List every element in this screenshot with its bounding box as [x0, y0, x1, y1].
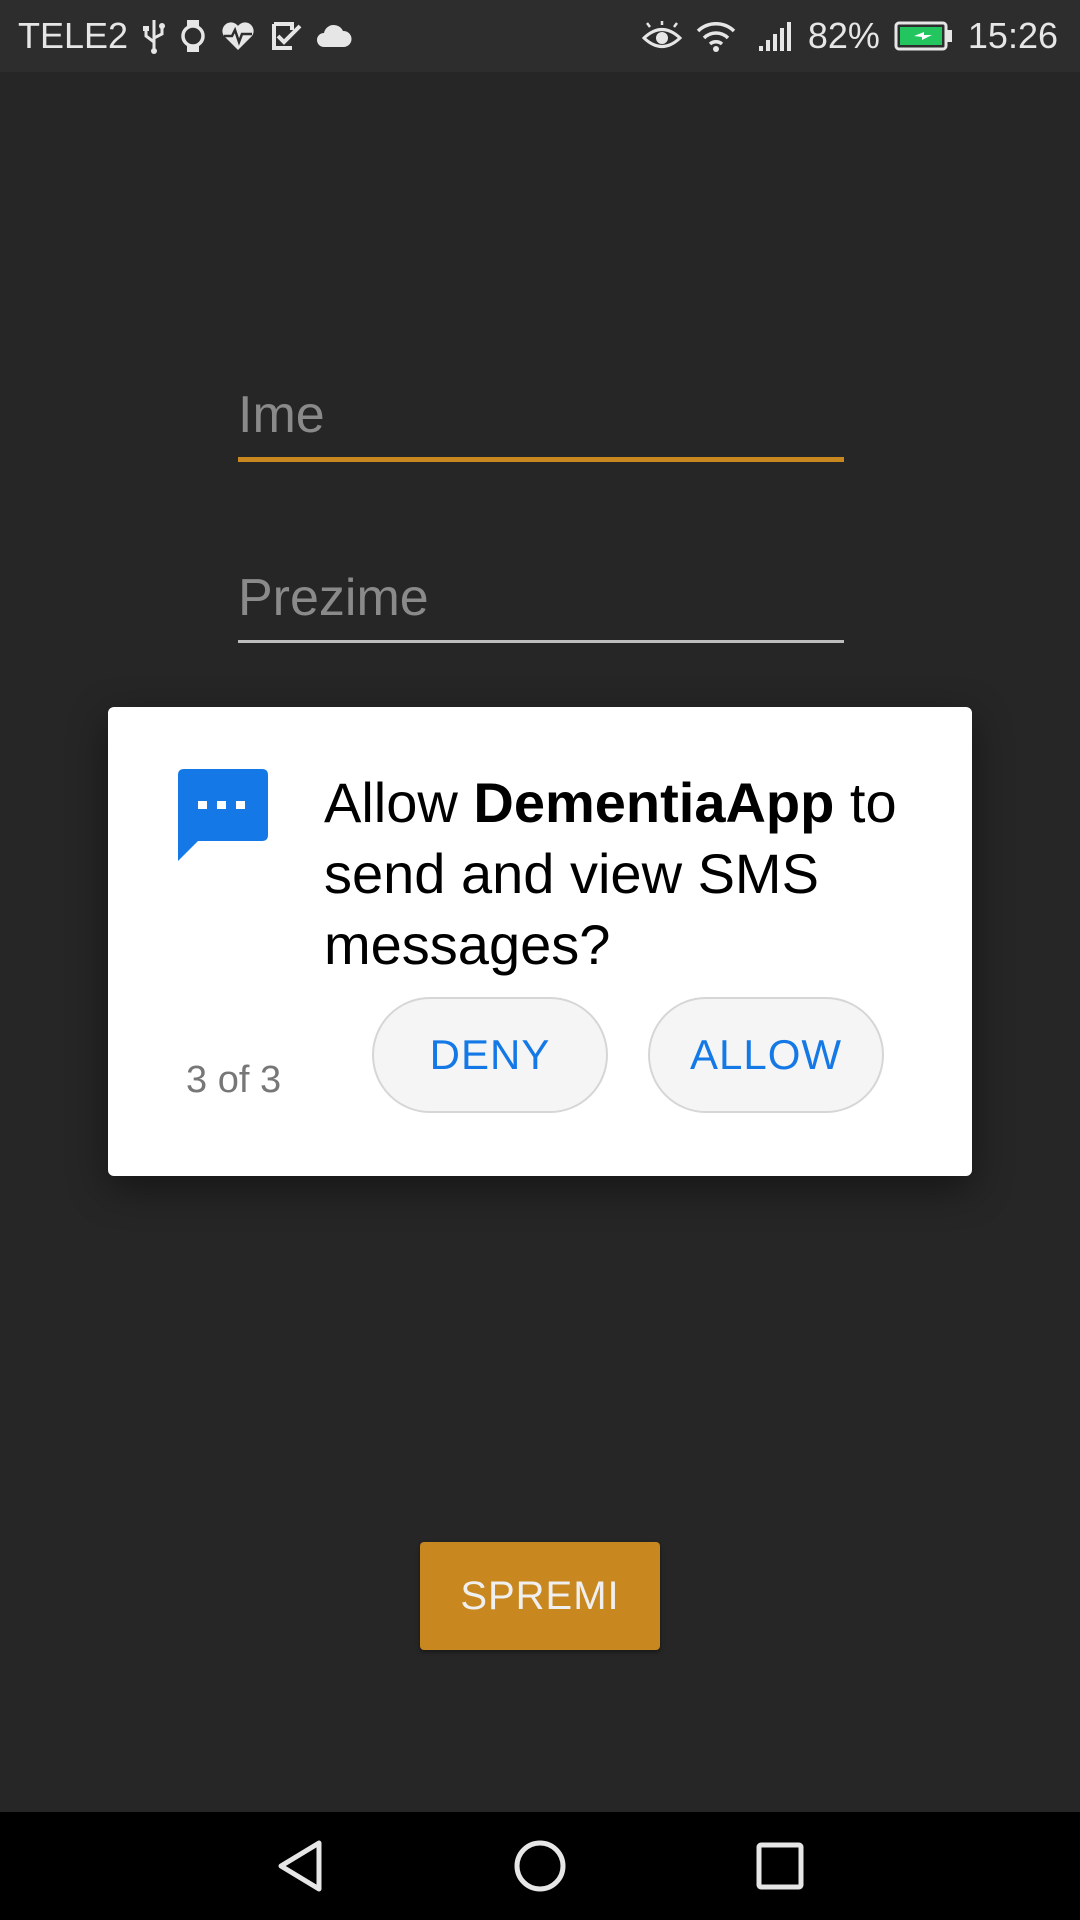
home-icon[interactable] [510, 1836, 570, 1896]
app-screen: TELE2 82% 15:26 Ime Prezime SPREMI Allow… [0, 0, 1080, 1920]
battery-percent: 82% [807, 15, 880, 56]
last-name-field[interactable]: Prezime [238, 568, 844, 648]
save-button[interactable]: SPREMI [420, 1542, 660, 1650]
last-name-placeholder: Prezime [238, 569, 429, 627]
recents-icon[interactable] [750, 1836, 810, 1896]
heart-rate-icon [220, 20, 256, 52]
wifi-icon [696, 20, 736, 52]
usb-icon [142, 18, 166, 54]
deny-button[interactable]: DENY [372, 997, 608, 1113]
first-name-placeholder: Ime [238, 386, 325, 444]
app-name: DementiaApp [473, 771, 835, 834]
sms-message-icon [176, 769, 268, 866]
permission-message: Allow DementiaApp to send and view SMS m… [324, 767, 944, 980]
last-name-underline [238, 640, 844, 643]
cloud-icon [316, 23, 352, 49]
clock-time: 15:26 [967, 15, 1058, 56]
task-check-icon [270, 20, 302, 52]
first-name-field[interactable]: Ime [238, 385, 844, 465]
first-name-underline [238, 457, 844, 462]
watch-icon [180, 18, 206, 54]
signal-icon [758, 20, 794, 52]
battery-charging-icon [894, 20, 954, 52]
back-icon[interactable] [270, 1836, 330, 1896]
allow-button[interactable]: ALLOW [648, 997, 884, 1113]
message-prefix: Allow [324, 771, 474, 834]
permission-dialog: Allow DementiaApp to send and view SMS m… [108, 707, 972, 1176]
status-bar: TELE2 82% 15:26 [0, 0, 1080, 72]
carrier-label: TELE2 [18, 15, 129, 56]
navigation-bar [0, 1812, 1080, 1920]
permission-counter: 3 of 3 [186, 1059, 282, 1101]
eye-comfort-icon [641, 21, 682, 51]
